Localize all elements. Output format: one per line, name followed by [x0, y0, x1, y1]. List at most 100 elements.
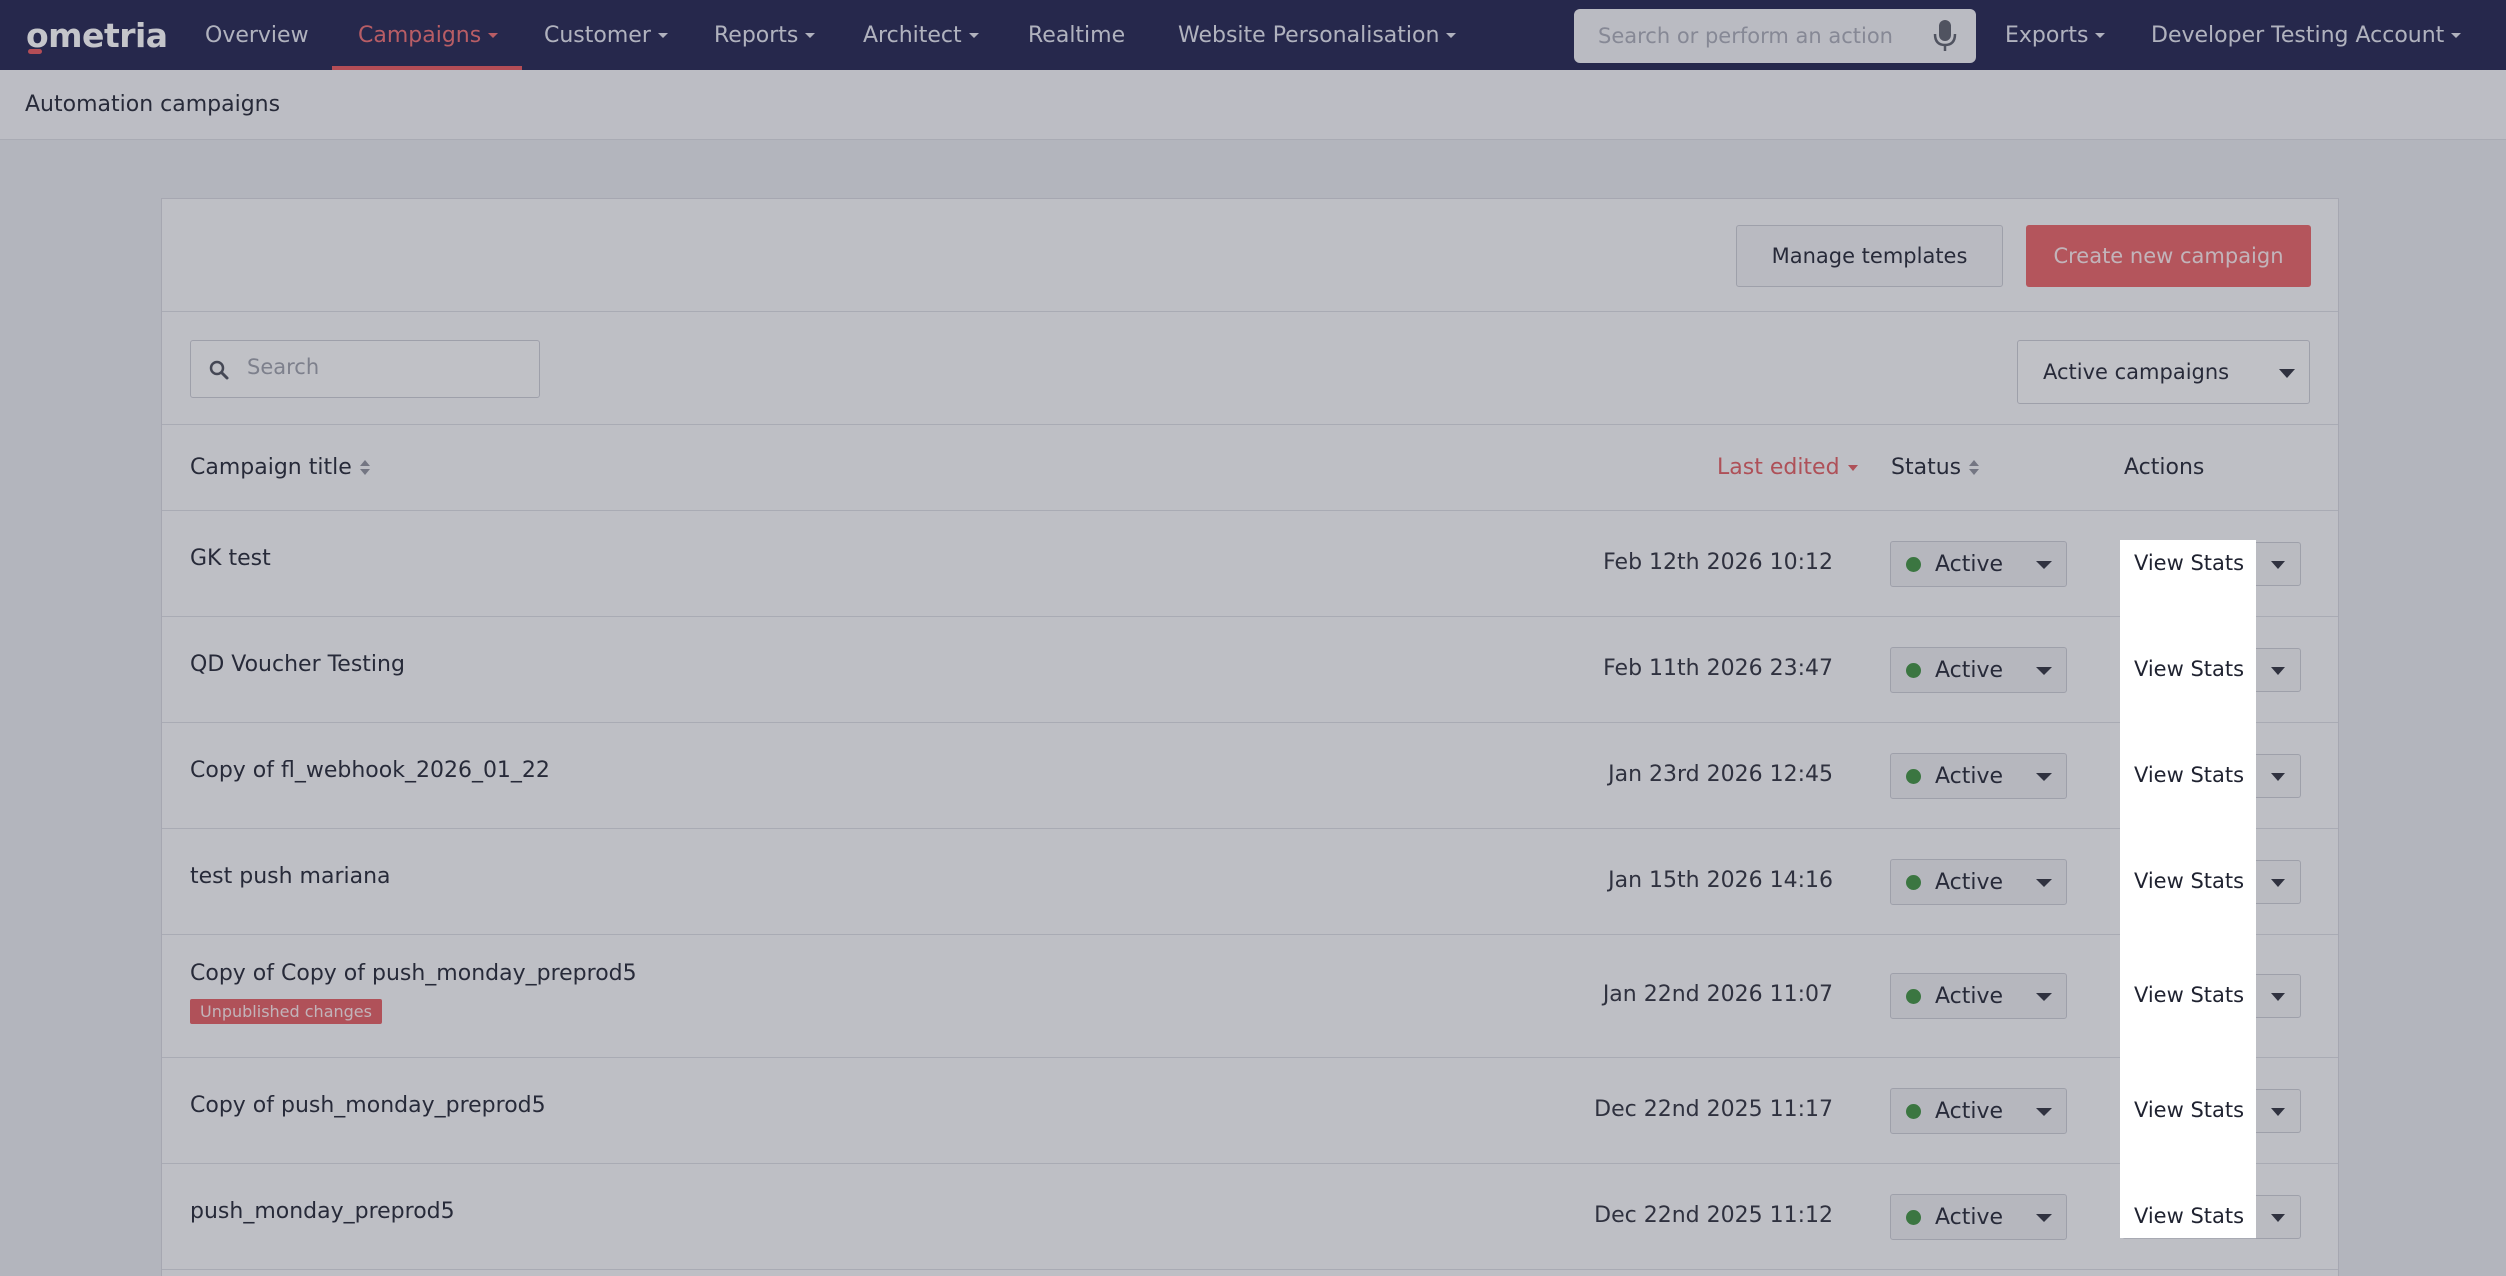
global-search — [1574, 9, 1976, 63]
table-row: Copy of Copy of push_monday_preprod5 Unp… — [162, 935, 2338, 1058]
table-row: QD Voucher Testing Feb 11th 2026 23:47 A… — [162, 617, 2338, 723]
sort-icon — [359, 457, 370, 479]
status-dot-icon — [1906, 988, 1921, 1004]
status-filter-value: Active campaigns — [2043, 360, 2230, 384]
nav-item-realtime[interactable]: Realtime — [1028, 0, 1125, 70]
filter-row: Active campaigns — [162, 312, 2338, 425]
last-edited-date: Dec 22nd 2025 11:12 — [1594, 1203, 1833, 1228]
campaign-title[interactable]: GK test — [190, 546, 271, 571]
table-row: Copy of push_monday_preprod5 Dec 22nd 20… — [162, 1058, 2338, 1164]
last-edited-date: Dec 22nd 2025 11:17 — [1594, 1097, 1833, 1122]
chevron-down-icon — [1446, 32, 1457, 38]
actions-dropdown-button[interactable] — [2256, 1089, 2301, 1133]
microphone-icon[interactable] — [1932, 19, 1958, 53]
chevron-down-icon — [2036, 667, 2052, 675]
status-filter-select[interactable]: Active campaigns — [2017, 340, 2310, 404]
nav-item-reports[interactable]: Reports — [714, 0, 816, 70]
chevron-down-icon — [2036, 773, 2052, 781]
search-icon — [209, 360, 229, 380]
chevron-down-icon — [2036, 1108, 2052, 1116]
campaign-title[interactable]: Copy of fl_webhook_2026_01_22 — [190, 758, 550, 783]
sort-icon — [1969, 457, 1980, 479]
chevron-down-icon — [805, 32, 816, 38]
campaigns-card: Manage templates Create new campaign Act… — [161, 198, 2339, 1276]
table-row: Copy of fl_webhook_2026_01_22 Jan 23rd 2… — [162, 723, 2338, 829]
actions-dropdown-button[interactable] — [2256, 974, 2301, 1018]
column-header-title[interactable]: Campaign title — [190, 455, 370, 480]
nav-item-customer[interactable]: Customer — [544, 0, 668, 70]
chevron-down-icon — [2036, 879, 2052, 887]
column-header-last-edited[interactable]: Last edited — [1717, 455, 1858, 480]
account-menu[interactable]: Developer Testing Account — [2151, 0, 2462, 70]
chevron-down-icon — [2451, 32, 2462, 38]
logo-text: ometria — [26, 15, 168, 55]
last-edited-date: Jan 22nd 2026 11:07 — [1602, 982, 1833, 1007]
chevron-down-icon — [657, 32, 668, 38]
actions-dropdown-button[interactable] — [2256, 1195, 2301, 1239]
column-header-status[interactable]: Status — [1891, 455, 1980, 480]
view-stats-button-highlighted[interactable]: View Stats — [2122, 753, 2256, 797]
chevron-down-icon — [2036, 561, 2052, 569]
nav-item-overview[interactable]: Overview — [205, 0, 309, 70]
chevron-down-icon — [488, 32, 499, 38]
create-campaign-button[interactable]: Create new campaign — [2026, 225, 2311, 287]
actions-dropdown-button[interactable] — [2256, 860, 2301, 904]
top-nav: ometria Overview Campaigns Customer Repo… — [0, 0, 2506, 70]
nav-item-exports[interactable]: Exports — [2005, 0, 2106, 70]
campaign-title[interactable]: Copy of push_monday_preprod5 — [190, 1093, 546, 1118]
table-row: GK test Feb 12th 2026 10:12 Active View … — [162, 511, 2338, 617]
unpublished-badge: Unpublished changes — [190, 999, 382, 1024]
status-dropdown[interactable]: Active — [1890, 973, 2067, 1019]
status-dropdown[interactable]: Active — [1890, 1194, 2067, 1240]
page-title: Automation campaigns — [25, 92, 281, 117]
ometria-logo[interactable]: ometria — [26, 14, 168, 56]
nav-item-campaigns[interactable]: Campaigns — [331, 0, 523, 70]
status-dot-icon — [1906, 874, 1921, 890]
status-dot-icon — [1906, 662, 1921, 678]
table-header: Campaign title Last edited Status Action… — [162, 425, 2338, 511]
chevron-down-icon — [2095, 32, 2106, 38]
view-stats-button-highlighted[interactable]: View Stats — [2122, 541, 2256, 585]
status-dot-icon — [1906, 556, 1921, 572]
view-stats-button-highlighted[interactable]: View Stats — [2122, 1088, 2256, 1132]
campaign-title[interactable]: push_monday_preprod5 — [190, 1199, 455, 1224]
last-edited-date: Feb 11th 2026 23:47 — [1603, 656, 1833, 681]
chevron-down-icon — [968, 32, 979, 38]
view-stats-button-highlighted[interactable]: View Stats — [2122, 973, 2256, 1017]
chevron-down-icon — [2279, 369, 2295, 378]
status-dropdown[interactable]: Active — [1890, 753, 2067, 799]
actions-dropdown-button[interactable] — [2256, 754, 2301, 798]
breadcrumb: Automation campaigns — [0, 70, 2506, 140]
status-dropdown[interactable]: Active — [1890, 541, 2067, 587]
global-search-input[interactable] — [1598, 24, 1918, 48]
actions-dropdown-button[interactable] — [2256, 542, 2301, 586]
nav-item-website-personalisation[interactable]: Website Personalisation — [1178, 0, 1457, 70]
last-edited-date: Feb 12th 2026 10:12 — [1603, 550, 1833, 575]
view-stats-button-highlighted[interactable]: View Stats — [2122, 859, 2256, 903]
card-toolbar: Manage templates Create new campaign — [162, 199, 2338, 312]
campaign-search-input[interactable] — [247, 355, 517, 379]
column-header-actions: Actions — [2124, 455, 2205, 480]
table-row: push_monday_preprod5 Dec 22nd 2025 11:12… — [162, 1164, 2338, 1270]
campaign-title[interactable]: Copy of Copy of push_monday_preprod5 — [190, 961, 637, 986]
view-stats-button-highlighted[interactable]: View Stats — [2122, 1194, 2256, 1238]
status-dot-icon — [1906, 768, 1921, 784]
campaign-title[interactable]: QD Voucher Testing — [190, 652, 405, 677]
last-edited-date: Jan 15th 2026 14:16 — [1608, 868, 1833, 893]
status-dropdown[interactable]: Active — [1890, 859, 2067, 905]
table-row: test push mariana Jan 15th 2026 14:16 Ac… — [162, 829, 2338, 935]
manage-templates-button[interactable]: Manage templates — [1736, 225, 2003, 287]
nav-item-architect[interactable]: Architect — [863, 0, 979, 70]
status-dot-icon — [1906, 1103, 1921, 1119]
view-stats-button-highlighted[interactable]: View Stats — [2122, 647, 2256, 691]
status-dropdown[interactable]: Active — [1890, 647, 2067, 693]
sort-desc-icon — [1847, 464, 1858, 471]
status-dropdown[interactable]: Active — [1890, 1088, 2067, 1134]
status-dot-icon — [1906, 1209, 1921, 1225]
last-edited-date: Jan 23rd 2026 12:45 — [1608, 762, 1833, 787]
campaign-search — [190, 340, 540, 398]
campaign-title[interactable]: test push mariana — [190, 864, 391, 889]
actions-dropdown-button[interactable] — [2256, 648, 2301, 692]
chevron-down-icon — [2036, 1214, 2052, 1222]
logo-accent-icon — [28, 49, 42, 54]
